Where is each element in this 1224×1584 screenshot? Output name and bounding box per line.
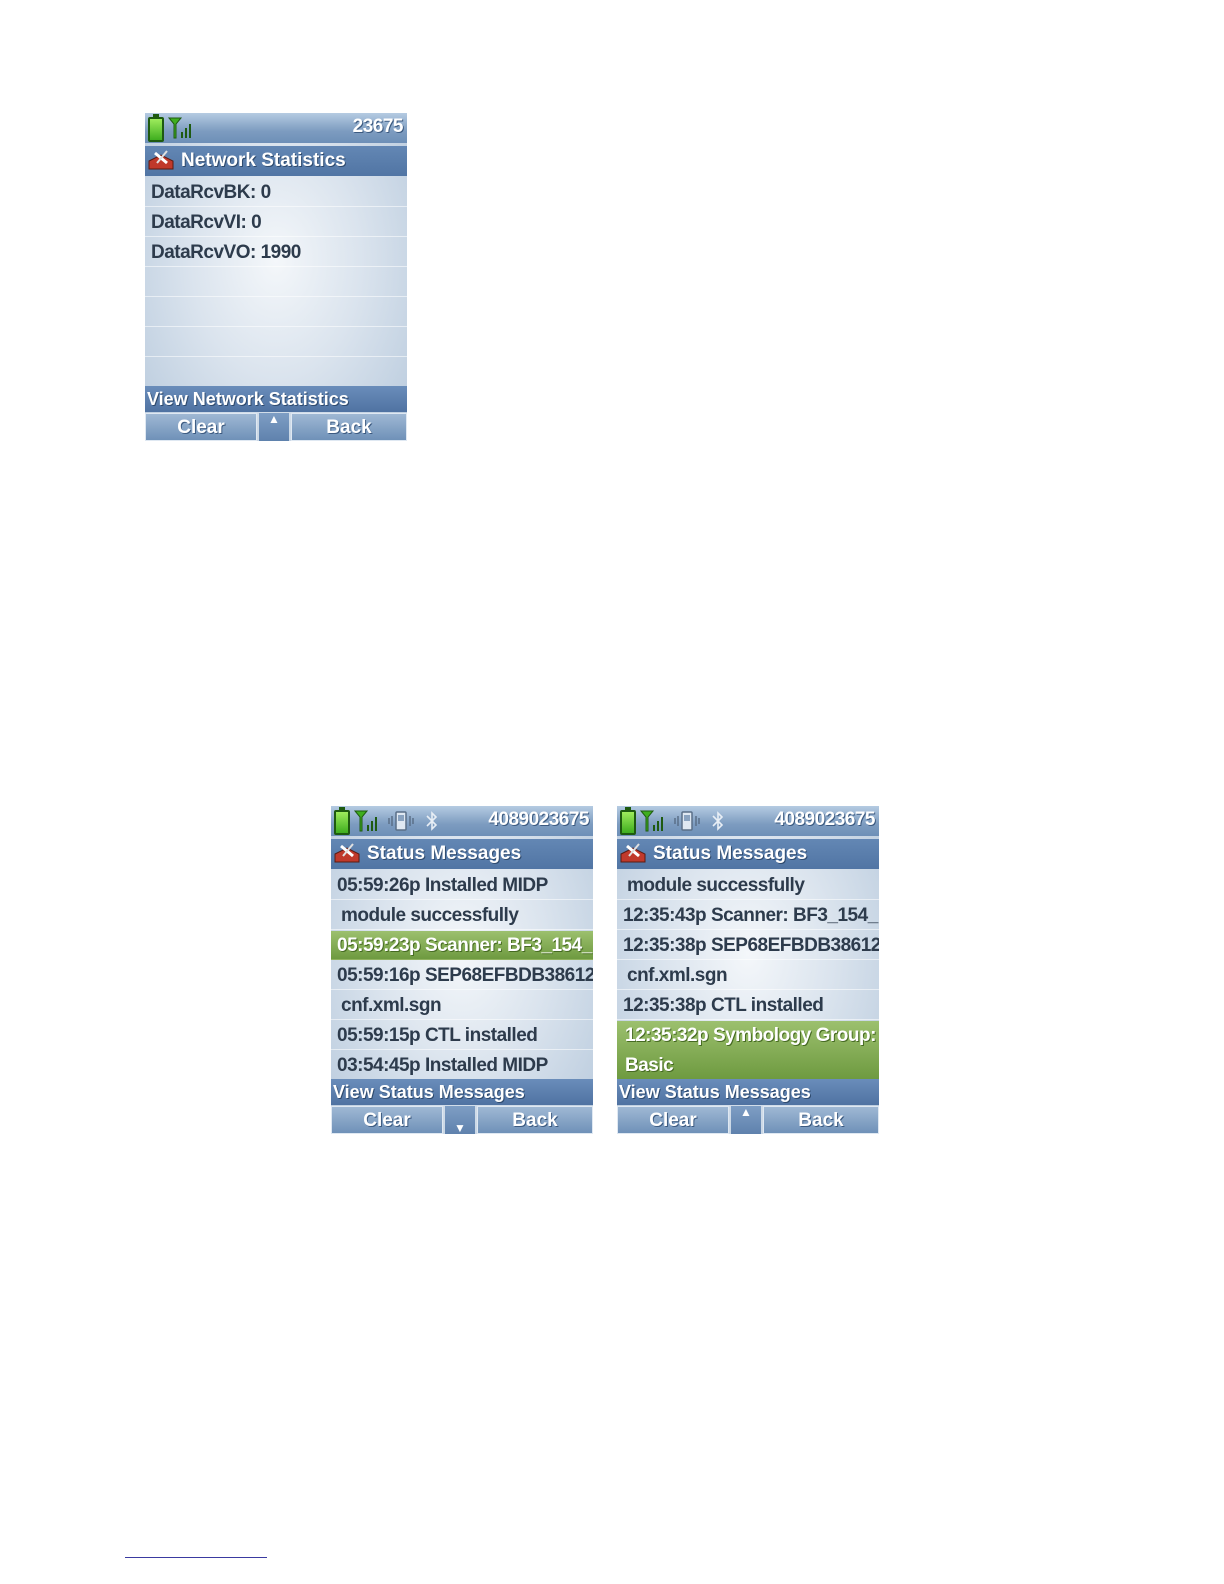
hint-bar: View Status Messages xyxy=(331,1079,593,1105)
hint-bar: View Status Messages xyxy=(617,1079,879,1105)
list-item-label: module successfully xyxy=(341,905,519,926)
empty-row xyxy=(145,268,407,297)
list-item-label: DataRcvBK: 0 xyxy=(151,182,271,203)
page-title: Status Messages xyxy=(653,843,808,864)
scroll-down-icon[interactable]: ▼ xyxy=(445,1106,475,1134)
back-button[interactable]: Back xyxy=(763,1106,879,1134)
page-title: Network Statistics xyxy=(181,150,346,171)
empty-row xyxy=(145,358,407,387)
phone-screen-status-messages-top: 4089023675 Status Messages 05:59:26p Ins… xyxy=(331,806,593,1134)
list-item-label: DataRcvVO: 1990 xyxy=(151,242,301,263)
list-item-label: 12:35:38p SEP68EFBDB38612. xyxy=(623,935,879,956)
list-item-continuation[interactable]: cnf.xml.sgn xyxy=(617,961,879,990)
list-item-label-continuation: Basic xyxy=(625,1055,674,1076)
title-bar: Status Messages xyxy=(617,839,879,869)
phone-screen-network-statistics: 23675 Network Statistics DataRcvBK: 0 Da… xyxy=(145,113,407,441)
phone-number: 4089023675 xyxy=(774,809,875,830)
hint-text: View Status Messages xyxy=(333,1082,525,1102)
scroll-up-icon[interactable]: ▲ xyxy=(731,1106,761,1134)
vibrate-icon xyxy=(388,811,414,831)
toolbox-icon xyxy=(334,843,360,863)
vibrate-icon xyxy=(674,811,700,831)
toolbox-icon xyxy=(148,150,174,170)
status-bar: 23675 xyxy=(145,113,407,143)
list-item[interactable]: DataRcvVI: 0 xyxy=(145,208,407,237)
list-item-label: 12:35:38p CTL installed xyxy=(623,995,824,1016)
list-item-continuation[interactable]: module successfully xyxy=(617,871,879,900)
list-item-label: 12:35:43p Scanner: BF3_154_ xyxy=(623,905,878,926)
list-item-label: 05:59:15p CTL installed xyxy=(337,1025,538,1046)
battery-icon xyxy=(620,807,636,835)
phone-number: 23675 xyxy=(352,116,404,137)
clear-button[interactable]: Clear xyxy=(331,1106,443,1134)
list-item-label: cnf.xml.sgn xyxy=(627,965,728,986)
list-item[interactable]: 12:35:43p Scanner: BF3_154_ xyxy=(617,901,879,930)
hint-bar: View Network Statistics xyxy=(145,386,407,412)
footnote-divider xyxy=(125,1557,267,1558)
list-item[interactable]: 05:59:16p SEP68EFBDB38612. xyxy=(331,961,593,990)
list-item[interactable]: 03:54:45p Installed MIDP xyxy=(331,1051,593,1080)
list-item-label: 05:59:16p SEP68EFBDB38612. xyxy=(337,965,593,986)
battery-icon xyxy=(148,114,164,142)
list-item-selected[interactable]: 12:35:32p Symbology Group: Basic xyxy=(617,1021,879,1079)
list-item-selected[interactable]: 05:59:23p Scanner: BF3_154_ xyxy=(331,931,593,960)
list-item-label: 05:59:23p Scanner: BF3_154_ xyxy=(337,935,592,956)
clear-button[interactable]: Clear xyxy=(145,413,257,441)
bluetooth-icon xyxy=(426,811,438,831)
signal-icon xyxy=(639,810,663,832)
scroll-up-icon[interactable]: ▲ xyxy=(259,413,289,441)
list-item-continuation[interactable]: module successfully xyxy=(331,901,593,930)
phone-screen-status-messages-bottom: 4089023675 Status Messages module succes… xyxy=(617,806,879,1134)
list-item-label: DataRcvVI: 0 xyxy=(151,212,262,233)
list-item[interactable]: 05:59:26p Installed MIDP xyxy=(331,871,593,900)
status-bar: 4089023675 xyxy=(617,806,879,836)
battery-icon xyxy=(334,807,350,835)
list-item[interactable]: DataRcvBK: 0 xyxy=(145,178,407,207)
status-bar: 4089023675 xyxy=(331,806,593,836)
softkey-bar: Clear ▲ Back xyxy=(145,413,407,441)
back-button[interactable]: Back xyxy=(291,413,407,441)
list-item[interactable]: 12:35:38p SEP68EFBDB38612. xyxy=(617,931,879,960)
list-item-continuation[interactable]: cnf.xml.sgn xyxy=(331,991,593,1020)
softkey-bar: Clear ▲ Back xyxy=(617,1106,879,1134)
clear-button[interactable]: Clear xyxy=(617,1106,729,1134)
back-button[interactable]: Back xyxy=(477,1106,593,1134)
signal-icon xyxy=(167,117,191,139)
list-item-label: 03:54:45p Installed MIDP xyxy=(337,1055,548,1076)
list-item-label: cnf.xml.sgn xyxy=(341,995,442,1016)
empty-row xyxy=(145,298,407,327)
list-item[interactable]: DataRcvVO: 1990 xyxy=(145,238,407,267)
title-bar: Network Statistics xyxy=(145,146,407,176)
list-item-label: module successfully xyxy=(627,875,805,896)
signal-icon xyxy=(353,810,377,832)
list-item[interactable]: 12:35:38p CTL installed xyxy=(617,991,879,1020)
phone-number: 4089023675 xyxy=(488,809,589,830)
hint-text: View Network Statistics xyxy=(147,389,349,409)
list-item-label: 12:35:32p Symbology Group: xyxy=(625,1025,876,1046)
page-title: Status Messages xyxy=(367,843,522,864)
list-item[interactable]: 05:59:15p CTL installed xyxy=(331,1021,593,1050)
title-bar: Status Messages xyxy=(331,839,593,869)
softkey-bar: Clear ▼ Back xyxy=(331,1106,593,1134)
hint-text: View Status Messages xyxy=(619,1082,811,1102)
empty-row xyxy=(145,328,407,357)
toolbox-icon xyxy=(620,843,646,863)
list-item-label: 05:59:26p Installed MIDP xyxy=(337,875,548,896)
bluetooth-icon xyxy=(712,811,724,831)
